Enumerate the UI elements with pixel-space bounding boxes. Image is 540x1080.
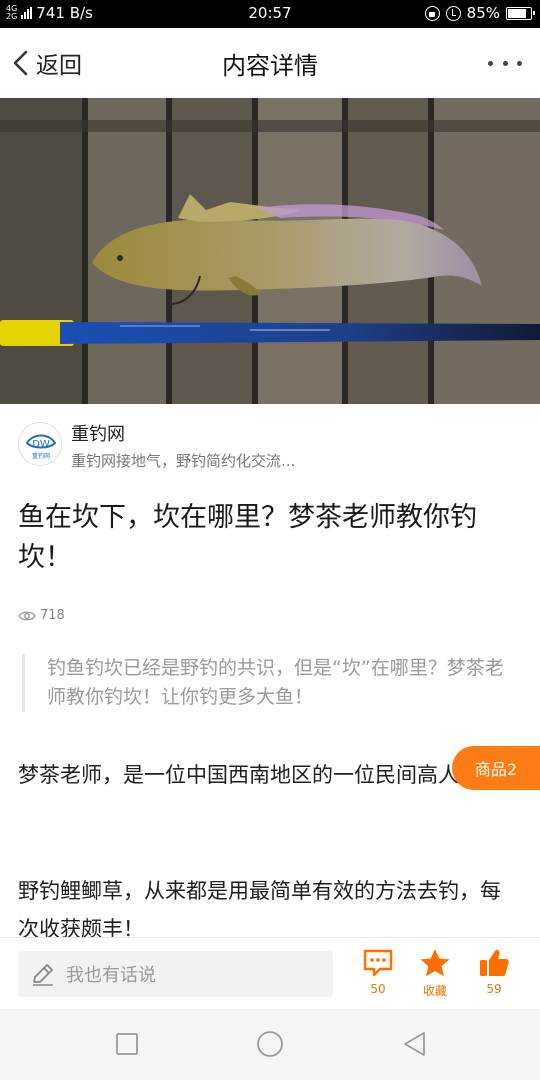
favorite-label: 收藏 bbox=[422, 984, 447, 998]
view-count: 718 bbox=[18, 608, 65, 623]
avatar[interactable]: DW 重钓网 bbox=[18, 422, 62, 466]
svg-text:DW: DW bbox=[32, 439, 50, 450]
hero-image bbox=[0, 98, 540, 404]
article-title: 鱼在坎下，坎在哪里？梦茶老师教你钓坎！ bbox=[18, 502, 477, 573]
thumbs-up-icon bbox=[480, 950, 509, 976]
author-description: 重钓网接地气，野钓简约化交流... bbox=[71, 452, 296, 470]
author-name: 重钓网 bbox=[71, 424, 125, 445]
article-paragraph: 梦茶老师，是一位中国西南地区的一位民间高人。 bbox=[18, 763, 480, 787]
view-count-value: 718 bbox=[40, 608, 65, 623]
goods-button[interactable]: 商品2 bbox=[452, 746, 540, 790]
eye-icon bbox=[18, 611, 36, 620]
favorite-button[interactable]: 收藏 bbox=[405, 948, 465, 999]
likes-count: 59 bbox=[486, 982, 502, 996]
more-dots-icon bbox=[488, 60, 493, 66]
back-label: 返回 bbox=[36, 53, 82, 79]
comment-input[interactable]: 我也有话说 bbox=[18, 951, 333, 997]
status-bar: 4G 2G 741 B/s 20:57 85% bbox=[0, 0, 540, 28]
battery-icon bbox=[506, 6, 535, 20]
system-back-button[interactable] bbox=[400, 1029, 430, 1059]
battery-percent: 85% bbox=[466, 4, 500, 22]
rotation-lock-icon bbox=[424, 5, 440, 21]
status-right: 85% bbox=[424, 4, 535, 22]
comments-count: 50 bbox=[370, 982, 386, 996]
top-nav-bar: 返回 内容详情 bbox=[0, 28, 540, 98]
like-button[interactable]: 59 bbox=[464, 948, 524, 996]
comments-button[interactable]: 50 bbox=[348, 948, 408, 996]
site-logo-icon: DW 重钓网 bbox=[20, 424, 61, 465]
star-icon bbox=[420, 949, 450, 977]
svg-text:重钓网: 重钓网 bbox=[32, 452, 50, 460]
system-nav-bar bbox=[0, 1009, 540, 1080]
fish-rod-photo bbox=[0, 98, 540, 404]
comment-bubble-icon bbox=[363, 949, 393, 977]
pencil-icon bbox=[33, 964, 53, 986]
article-summary: 钓鱼钓坎已经是野钓的共识，但是“坎”在哪里？梦茶老师教你钓坎！让你钓更多大鱼！ bbox=[22, 654, 522, 712]
author-card[interactable]: DW 重钓网 重钓网 重钓网接地气，野钓简约化交流... bbox=[0, 404, 540, 484]
battery-level bbox=[508, 8, 526, 18]
alarm-icon bbox=[445, 5, 461, 21]
bottom-action-bar: 我也有话说 50 收藏 59 bbox=[0, 937, 540, 1009]
home-button[interactable] bbox=[255, 1029, 285, 1059]
recent-apps-button[interactable] bbox=[112, 1029, 142, 1059]
back-button[interactable]: 返回 bbox=[10, 46, 82, 80]
comment-placeholder: 我也有话说 bbox=[66, 965, 156, 986]
more-button[interactable] bbox=[488, 52, 522, 74]
chevron-left-icon bbox=[13, 50, 28, 76]
